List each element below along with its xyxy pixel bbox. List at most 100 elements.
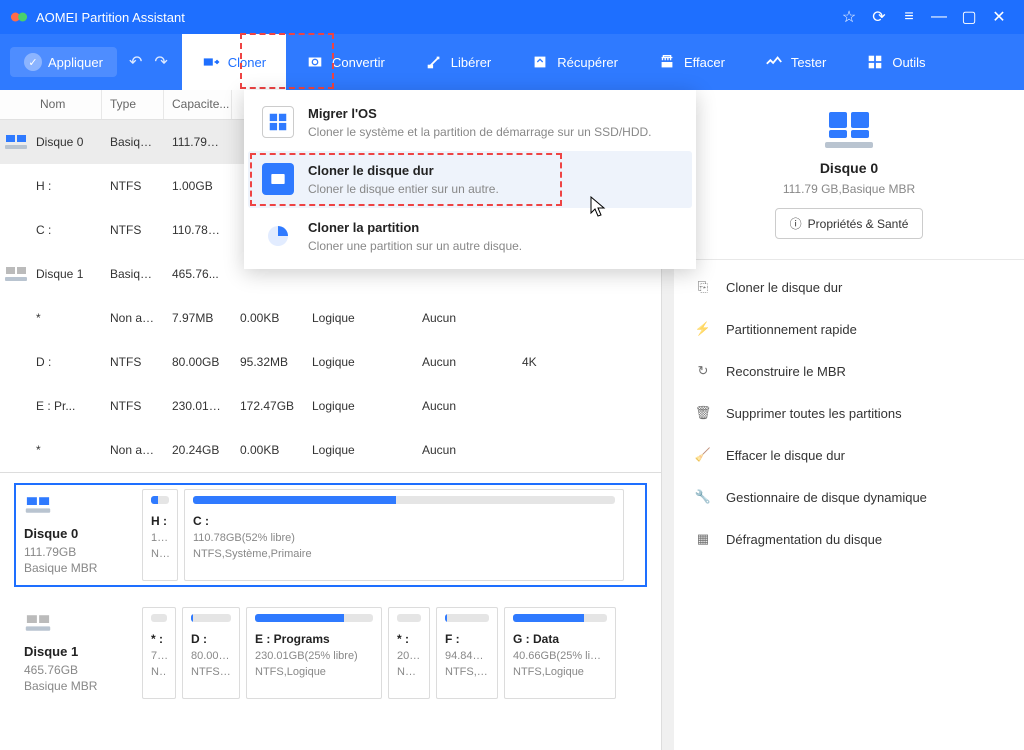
dd-clone-partition[interactable]: Cloner la partition Cloner une partition…	[248, 208, 692, 265]
action-item[interactable]: ↻ Reconstruire le MBR	[674, 350, 1024, 392]
disk-summary: Disque 0 111.79 GB,Basique MBR ⓘ Proprié…	[674, 90, 1024, 260]
action-icon: 🗑	[694, 404, 712, 422]
col-type[interactable]: Type	[102, 90, 164, 119]
disk-visual-panel: Disque 0 111.79GB Basique MBR H : 1.00..…	[0, 472, 661, 750]
recover-icon	[531, 53, 549, 71]
dd-desc: Cloner le disque entier sur un autre.	[308, 182, 499, 196]
action-label: Partitionnement rapide	[726, 322, 857, 337]
action-label: Cloner le disque dur	[726, 280, 842, 295]
tool-label: Effacer	[684, 55, 725, 70]
action-item[interactable]: ⚡ Partitionnement rapide	[674, 308, 1024, 350]
dd-title: Cloner la partition	[308, 220, 522, 235]
partition-box[interactable]: D : 80.00G... NTFS,L...	[182, 607, 240, 699]
action-icon: ↻	[694, 362, 712, 380]
action-item[interactable]: ⎘ Cloner le disque dur	[674, 266, 1024, 308]
partition-box[interactable]: * : 20.24... Non n...	[388, 607, 430, 699]
tool-tester[interactable]: Tester	[745, 34, 846, 90]
action-icon: ▦	[694, 530, 712, 548]
test-icon	[765, 53, 783, 71]
close-icon[interactable]: ✕	[984, 7, 1014, 27]
properties-label: Propriétés & Santé	[808, 217, 909, 231]
tool-liberer[interactable]: Libérer	[405, 34, 511, 90]
toolbar: ✓ Appliquer ↶ ↷ Cloner Convertir Libérer…	[0, 34, 1024, 90]
action-icon: ⚡	[694, 320, 712, 338]
clone-disk-icon	[262, 163, 294, 195]
minimize-icon[interactable]: —	[924, 8, 954, 26]
action-icon: ⎘	[694, 278, 712, 296]
partition-box[interactable]: E : Programs 230.01GB(25% libre) NTFS,Lo…	[246, 607, 382, 699]
action-label: Défragmentation du disque	[726, 532, 882, 547]
dd-migrate-os[interactable]: Migrer l'OS Cloner le système et la part…	[248, 94, 692, 151]
tool-cloner[interactable]: Cloner	[182, 34, 286, 90]
table-row[interactable]: D :NTFS80.00GB95.32MBLogiqueAucun4K	[0, 340, 661, 384]
maximize-icon[interactable]: ▢	[954, 7, 984, 27]
partition-box[interactable]: * : 7.9... Non...	[142, 607, 176, 699]
action-label: Supprimer toutes les partitions	[726, 406, 902, 421]
tool-label: Convertir	[332, 55, 385, 70]
action-item[interactable]: 🗑 Supprimer toutes les partitions	[674, 392, 1024, 434]
action-item[interactable]: 🔧 Gestionnaire de disque dynamique	[674, 476, 1024, 518]
partition-box[interactable]: G : Data 40.66GB(25% libr... NTFS,Logiqu…	[504, 607, 616, 699]
tool-outils[interactable]: Outils	[846, 34, 945, 90]
check-icon: ✓	[24, 53, 42, 71]
refresh-icon[interactable]: ⟳	[864, 7, 894, 27]
tool-label: Tester	[791, 55, 826, 70]
apply-button[interactable]: ✓ Appliquer	[10, 47, 117, 77]
app-logo-icon	[10, 8, 28, 26]
partition-box[interactable]: H : 1.00... NTF...	[142, 489, 178, 581]
free-icon	[425, 53, 443, 71]
col-nom[interactable]: Nom	[0, 90, 102, 119]
tool-effacer[interactable]: Effacer	[638, 34, 745, 90]
partition-box[interactable]: C : 110.78GB(52% libre) NTFS,Système,Pri…	[184, 489, 624, 581]
cloner-dropdown: Migrer l'OS Cloner le système et la part…	[244, 90, 696, 269]
redo-icon[interactable]: ↷	[154, 52, 167, 72]
tools-icon	[866, 53, 884, 71]
tool-label: Récupérer	[557, 55, 618, 70]
dd-title: Migrer l'OS	[308, 106, 651, 121]
action-label: Gestionnaire de disque dynamique	[726, 490, 927, 505]
disk-large-icon	[823, 110, 875, 150]
properties-button[interactable]: ⓘ Propriétés & Santé	[775, 208, 924, 239]
disk-card[interactable]: Disque 1 465.76GB Basique MBR * : 7.9...…	[14, 601, 647, 705]
tool-convertir[interactable]: Convertir	[286, 34, 405, 90]
erase-icon	[658, 53, 676, 71]
disk-info: Disque 1 465.76GB Basique MBR	[20, 607, 136, 699]
info-icon: ⓘ	[790, 215, 802, 232]
table-row[interactable]: E : Pr...NTFS230.01GB172.47GBLogiqueAucu…	[0, 384, 661, 428]
col-capacite[interactable]: Capacite...	[164, 90, 232, 119]
titlebar: AOMEI Partition Assistant ☆ ⟳ ≡ — ▢ ✕	[0, 0, 1024, 34]
tool-recuperer[interactable]: Récupérer	[511, 34, 638, 90]
table-row[interactable]: *Non allo...7.97MB0.00KBLogiqueAucun	[0, 296, 661, 340]
hamburger-icon[interactable]: ≡	[894, 8, 924, 26]
tool-label: Outils	[892, 55, 925, 70]
mouse-cursor-icon	[590, 196, 606, 218]
hdd-icon	[4, 265, 28, 283]
migrate-os-icon	[262, 106, 294, 138]
action-label: Reconstruire le MBR	[726, 364, 846, 379]
disk-name: Disque 0	[684, 160, 1014, 176]
apply-label: Appliquer	[48, 55, 103, 70]
ssd-icon	[4, 133, 28, 151]
disk-actions-list: ⎘ Cloner le disque dur ⚡ Partitionnement ra…	[674, 260, 1024, 566]
tool-label: Cloner	[228, 55, 266, 70]
disk-card[interactable]: Disque 0 111.79GB Basique MBR H : 1.00..…	[14, 483, 647, 587]
action-item[interactable]: ▦ Défragmentation du disque	[674, 518, 1024, 560]
undo-icon[interactable]: ↶	[129, 52, 142, 72]
dd-title: Cloner le disque dur	[308, 163, 499, 178]
dd-clone-disk[interactable]: Cloner le disque dur Cloner le disque en…	[248, 151, 692, 208]
app-title: AOMEI Partition Assistant	[36, 10, 185, 25]
action-icon: 🔧	[694, 488, 712, 506]
clone-partition-icon	[262, 220, 294, 252]
tool-label: Libérer	[451, 55, 491, 70]
action-item[interactable]: 🧹Effacer le disque dur	[674, 434, 1024, 476]
table-row[interactable]: *Non allo...20.24GB0.00KBLogiqueAucun	[0, 428, 661, 472]
disk-info: Disque 0 111.79GB Basique MBR	[20, 489, 136, 581]
clone-icon	[202, 53, 220, 71]
partition-box[interactable]: F : 94.84GB... NTFS,Lo...	[436, 607, 498, 699]
star-icon[interactable]: ☆	[834, 7, 864, 27]
action-icon: 🧹	[694, 446, 712, 464]
disk-subtitle: 111.79 GB,Basique MBR	[684, 182, 1014, 196]
convert-icon	[306, 53, 324, 71]
dd-desc: Cloner une partition sur un autre disque…	[308, 239, 522, 253]
dd-desc: Cloner le système et la partition de dém…	[308, 125, 651, 139]
